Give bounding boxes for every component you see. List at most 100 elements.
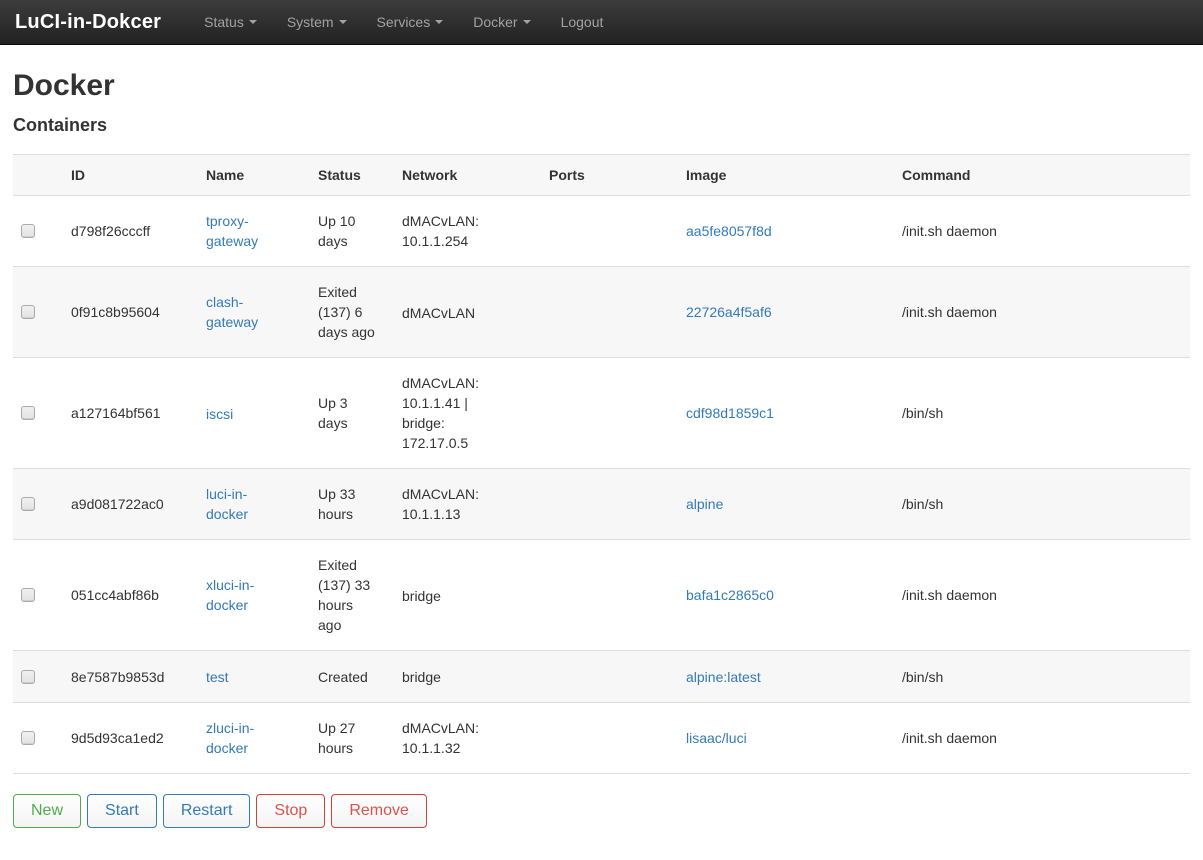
cell-network: bridge: [402, 586, 510, 606]
cell-id: 0f91c8b95604: [63, 267, 198, 358]
cell-status: Up 3 days: [318, 393, 380, 433]
row-checkbox[interactable]: [21, 406, 35, 420]
cell-network: bridge: [402, 667, 510, 687]
cell-status: Up 10 days: [318, 211, 380, 251]
cell-ports: [541, 358, 678, 469]
table-row: a127164bf561 iscsi Up 3 days dMACvLAN: 1…: [13, 358, 1190, 469]
cell-id: a127164bf561: [63, 358, 198, 469]
table-row: 9d5d93ca1ed2 zluci-in-docker Up 27 hours…: [13, 703, 1190, 774]
container-name-link[interactable]: test: [206, 667, 286, 687]
cell-command: /init.sh daemon: [894, 196, 1190, 267]
stop-button[interactable]: Stop: [256, 794, 325, 828]
column-header-status: Status: [310, 155, 394, 196]
cell-command: /init.sh daemon: [894, 540, 1190, 651]
action-buttons: NewStartRestartStopRemove: [13, 794, 1190, 828]
row-checkbox[interactable]: [21, 670, 35, 684]
row-checkbox[interactable]: [21, 731, 35, 745]
table-row: 0f91c8b95604 clash-gateway Exited (137) …: [13, 267, 1190, 358]
cell-status: Exited (137) 6 days ago: [318, 282, 380, 342]
nav-menu: Status System Services Docker Logout: [189, 1, 618, 43]
section-title: Containers: [13, 115, 1190, 136]
cell-status: Up 33 hours: [318, 484, 380, 524]
cell-command: /bin/sh: [894, 358, 1190, 469]
nav-link[interactable]: System: [272, 1, 362, 43]
main-content: Docker Containers IDNameStatusNetworkPor…: [0, 69, 1203, 828]
nav-item-services: Services: [362, 1, 459, 43]
chevron-down-icon: [339, 20, 347, 24]
row-checkbox[interactable]: [21, 588, 35, 602]
image-link[interactable]: lisaac/luci: [686, 730, 747, 746]
nav-link[interactable]: Services: [362, 1, 459, 43]
image-link[interactable]: cdf98d1859c1: [686, 405, 774, 421]
cell-ports: [541, 651, 678, 703]
container-name-link[interactable]: tproxy-gateway: [206, 211, 286, 251]
nav-link[interactable]: Status: [189, 1, 272, 43]
row-checkbox[interactable]: [21, 497, 35, 511]
nav-item-status: Status: [189, 1, 272, 43]
chevron-down-icon: [523, 20, 531, 24]
table-body: d798f26cccff tproxy-gateway Up 10 days d…: [13, 196, 1190, 774]
column-header-command: Command: [894, 155, 1190, 196]
cell-command: /init.sh daemon: [894, 703, 1190, 774]
brand-logo[interactable]: LuCI-in-Dokcer: [13, 11, 163, 34]
nav-item-docker: Docker: [458, 1, 545, 43]
column-header-network: Network: [394, 155, 541, 196]
column-header-name: Name: [198, 155, 310, 196]
cell-network: dMACvLAN: [402, 303, 510, 323]
image-link[interactable]: alpine: [686, 496, 723, 512]
container-name-link[interactable]: luci-in-docker: [206, 484, 286, 524]
cell-network: dMACvLAN: 10.1.1.254: [402, 211, 510, 251]
chevron-down-icon: [435, 20, 443, 24]
cell-status: Created: [318, 667, 380, 687]
cell-id: a9d081722ac0: [63, 469, 198, 540]
restart-button[interactable]: Restart: [163, 794, 251, 828]
table-row: a9d081722ac0 luci-in-docker Up 33 hours …: [13, 469, 1190, 540]
image-link[interactable]: bafa1c2865c0: [686, 587, 774, 603]
cell-command: /bin/sh: [894, 469, 1190, 540]
top-navbar: LuCI-in-Dokcer Status System Services Do…: [0, 0, 1203, 45]
nav-item-logout: Logout: [546, 1, 619, 43]
cell-network: dMACvLAN: 10.1.1.32: [402, 718, 510, 758]
table-header-row: IDNameStatusNetworkPortsImageCommand: [13, 155, 1190, 196]
table-row: 051cc4abf86b xluci-in-docker Exited (137…: [13, 540, 1190, 651]
chevron-down-icon: [249, 20, 257, 24]
container-name-link[interactable]: zluci-in-docker: [206, 718, 286, 758]
cell-id: 9d5d93ca1ed2: [63, 703, 198, 774]
cell-command: /bin/sh: [894, 651, 1190, 703]
cell-ports: [541, 267, 678, 358]
new-button[interactable]: New: [13, 794, 81, 828]
image-link[interactable]: alpine:latest: [686, 669, 761, 685]
cell-id: d798f26cccff: [63, 196, 198, 267]
cell-ports: [541, 703, 678, 774]
table-row: 8e7587b9853d test Created bridge alpine:…: [13, 651, 1190, 703]
nav-link[interactable]: Logout: [546, 1, 619, 43]
image-link[interactable]: aa5fe8057f8d: [686, 223, 772, 239]
page-title: Docker: [13, 69, 1190, 103]
cell-ports: [541, 196, 678, 267]
column-header-image: Image: [678, 155, 894, 196]
cell-status: Exited (137) 33 hours ago: [318, 555, 380, 635]
select-column-header: [13, 155, 63, 196]
start-button[interactable]: Start: [87, 794, 157, 828]
cell-id: 8e7587b9853d: [63, 651, 198, 703]
cell-network: dMACvLAN: 10.1.1.13: [402, 484, 510, 524]
cell-ports: [541, 469, 678, 540]
nav-item-system: System: [272, 1, 362, 43]
nav-link[interactable]: Docker: [458, 1, 545, 43]
cell-command: /init.sh daemon: [894, 267, 1190, 358]
cell-id: 051cc4abf86b: [63, 540, 198, 651]
column-header-ports: Ports: [541, 155, 678, 196]
container-name-link[interactable]: clash-gateway: [206, 292, 286, 332]
container-name-link[interactable]: xluci-in-docker: [206, 575, 286, 615]
cell-ports: [541, 540, 678, 651]
column-header-id: ID: [63, 155, 198, 196]
cell-network: dMACvLAN: 10.1.1.41 | bridge: 172.17.0.5: [402, 373, 510, 453]
row-checkbox[interactable]: [21, 305, 35, 319]
containers-table: IDNameStatusNetworkPortsImageCommand d79…: [13, 154, 1190, 774]
remove-button[interactable]: Remove: [331, 794, 427, 828]
container-name-link[interactable]: iscsi: [206, 404, 286, 424]
row-checkbox[interactable]: [21, 224, 35, 238]
table-row: d798f26cccff tproxy-gateway Up 10 days d…: [13, 196, 1190, 267]
image-link[interactable]: 22726a4f5af6: [686, 304, 772, 320]
cell-status: Up 27 hours: [318, 718, 380, 758]
